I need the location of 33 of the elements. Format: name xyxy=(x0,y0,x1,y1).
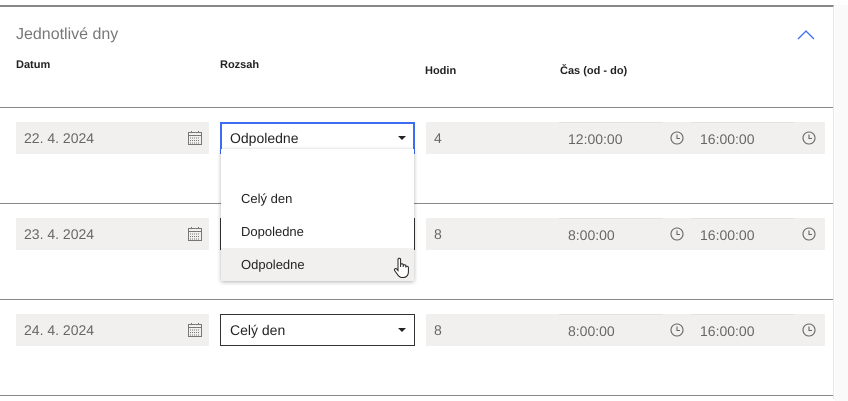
date-field[interactable]: 24. 4. 2024 xyxy=(16,314,209,346)
clock-icon[interactable] xyxy=(670,131,684,145)
clock-icon[interactable] xyxy=(802,227,816,241)
clock-icon[interactable] xyxy=(802,131,816,145)
date-field[interactable]: 23. 4. 2024 xyxy=(16,218,209,250)
scrollbar-track[interactable] xyxy=(835,5,848,401)
hours-field[interactable]: 8 xyxy=(426,322,559,338)
calendar-icon[interactable] xyxy=(187,226,203,242)
calendar-icon[interactable] xyxy=(187,130,203,146)
section-title: Jednotlivé dny xyxy=(16,26,118,44)
time-field[interactable]: 8:00:00 xyxy=(559,218,663,250)
time-field[interactable]: 16:00:00 xyxy=(691,314,795,346)
date-field[interactable]: 22. 4. 2024 xyxy=(16,122,209,154)
hand-cursor-icon xyxy=(393,257,411,279)
column-header: Čas (od - do) xyxy=(560,65,628,77)
column-header: Rozsah xyxy=(220,59,260,71)
hours-field[interactable]: 4 xyxy=(426,130,559,146)
clock-icon[interactable] xyxy=(670,227,684,241)
clock-icon[interactable] xyxy=(802,323,816,337)
time-field[interactable]: 16:00:00 xyxy=(691,122,795,154)
time-field[interactable]: 12:00:00 xyxy=(559,122,663,154)
hours-field[interactable]: 8 xyxy=(426,226,559,242)
dropdown-option[interactable]: Dopoledne xyxy=(221,215,414,248)
column-header: Datum xyxy=(16,59,52,71)
time-field[interactable]: 16:00:00 xyxy=(691,218,795,250)
time-field[interactable]: 8:00:00 xyxy=(559,314,663,346)
clock-icon[interactable] xyxy=(670,323,684,337)
calendar-icon[interactable] xyxy=(187,322,203,338)
column-header: Hodin xyxy=(425,65,458,77)
range-select[interactable]: Celý den xyxy=(220,314,415,346)
dropdown-option[interactable]: Odpoledne xyxy=(221,248,414,281)
dropdown-option[interactable]: Celý den xyxy=(221,182,414,215)
collapse-chevron-icon[interactable] xyxy=(797,30,815,40)
